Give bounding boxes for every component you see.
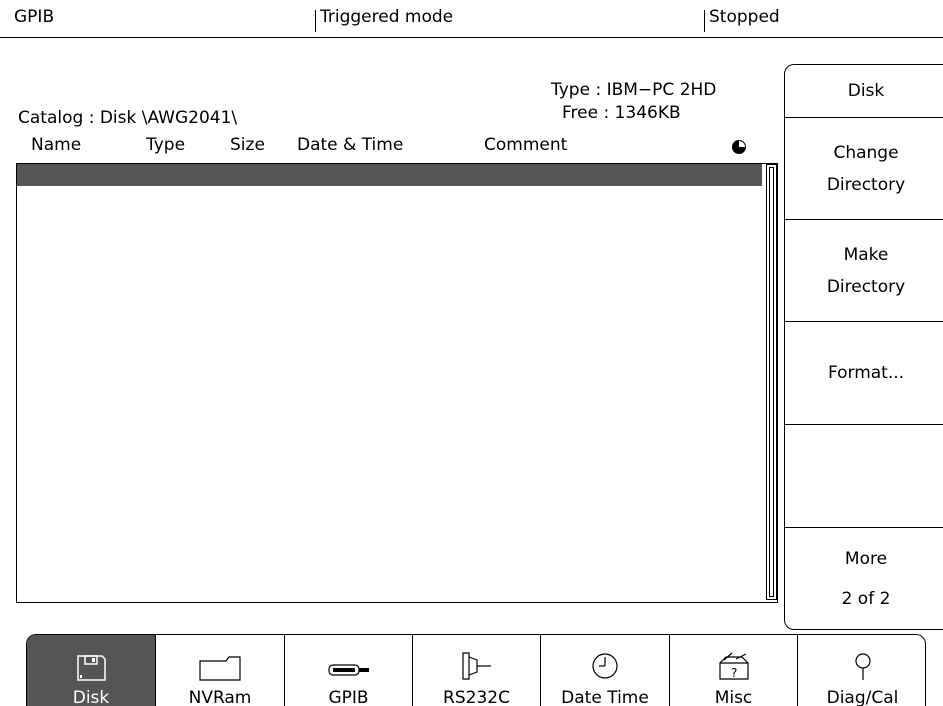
disk-free: Free : 1346KB [562,103,681,123]
bottom-button-rs232c[interactable]: RS232C [413,635,541,706]
more-page-label: 2 of 2 [841,589,891,609]
gpib-connector-icon [327,664,369,676]
status-bar: GPIB Triggered mode Stopped [0,0,943,38]
column-header-datetime: Date & Time [297,135,404,155]
bottom-label-misc: Misc [714,688,753,706]
make-directory-label-2: Directory [826,276,906,297]
column-header-size: Size [230,135,265,155]
catalog-path: Catalog : Disk \AWG2041\ [18,108,238,128]
serial-connector-icon [461,652,491,680]
pie-disc-icon [732,140,746,154]
disk-type: Type : IBM−PC 2HD [551,80,717,100]
status-interface: GPIB [14,7,55,27]
toolbox-icon: ? [718,652,749,680]
svg-text:?: ? [731,666,737,680]
side-menu: Disk Change Directory Make Directory For… [784,64,943,630]
list-scrollbar[interactable] [766,164,777,600]
column-header-type: Type [146,135,186,155]
bottom-button-misc[interactable]: ? Misc [670,635,798,706]
status-run-state: Stopped [709,7,780,27]
change-directory-button[interactable]: Change Directory [785,118,943,220]
file-list[interactable] [16,163,778,603]
more-label: More [844,549,888,569]
make-directory-label-1: Make [843,244,889,265]
bottom-label-rs232c: RS232C [443,688,510,706]
side-title-label: Disk [847,81,885,101]
bottom-label-nvram: NVRam [188,688,252,706]
clock-icon [592,653,618,679]
side-title-disk: Disk [785,65,943,118]
bottom-button-disk[interactable]: Disk [27,635,156,706]
probe-icon [854,653,871,680]
change-directory-label-1: Change [833,142,899,163]
bottom-button-diag-cal[interactable]: Diag/Cal [798,635,925,706]
bottom-label-gpib: GPIB [328,688,369,706]
bottom-label-date-time: Date Time [561,688,649,706]
format-button[interactable]: Format... [785,322,943,425]
bottom-button-gpib[interactable]: GPIB [285,635,413,706]
bottom-menu: Disk NVRam GPIB RS232C Date Time ? Misc … [26,634,926,706]
empty-side-button[interactable] [785,425,943,528]
selected-row[interactable] [17,164,762,186]
bottom-button-nvram[interactable]: NVRam [156,635,285,706]
more-button[interactable]: More 2 of 2 [785,528,943,630]
make-directory-button[interactable]: Make Directory [785,220,943,322]
format-label: Format... [827,363,905,383]
status-separator [704,10,705,32]
change-directory-label-2: Directory [826,174,906,195]
status-separator [315,10,316,32]
bottom-label-diag-cal: Diag/Cal [826,688,899,706]
column-header-name: Name [31,135,82,155]
scrollbar-thumb[interactable] [769,167,774,597]
column-header-comment: Comment [484,135,568,155]
folder-icon [199,656,241,681]
status-mode: Triggered mode [320,7,454,27]
floppy-icon [77,655,106,681]
bottom-button-date-time[interactable]: Date Time [541,635,670,706]
bottom-label-disk: Disk [72,688,110,706]
